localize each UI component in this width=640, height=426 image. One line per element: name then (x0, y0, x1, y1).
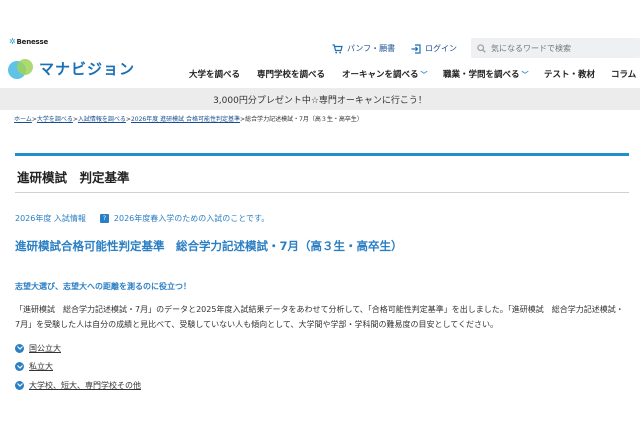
page-title-section: 進研模試 判定基準 (15, 153, 629, 186)
search-input[interactable] (491, 43, 631, 53)
global-nav: 大学を調べる 専門学校を調べる オーキャンを調べる ﹀ 職業・学問を調べる ﹀ テス… (0, 68, 640, 82)
chevron-down-circle-icon (15, 362, 24, 372)
breadcrumb-item[interactable]: 入試情報を調べる (78, 116, 126, 123)
nav-item-career[interactable]: 職業・学問を調べる ﹀ (443, 68, 529, 80)
login-link[interactable]: ログイン (411, 43, 457, 54)
search-box (471, 38, 640, 58)
page-title: 進研模試 判定基準 (17, 170, 130, 185)
pamphlet-link[interactable]: パンフ・願書 (332, 43, 395, 54)
nav-item-open-campus[interactable]: オーキャンを調べる ﹀ (342, 68, 428, 80)
section-title: 進研模試合格可能性判定基準 総合学力記述模試・7月（高３生・高卒生） (15, 239, 403, 253)
link-other-schools[interactable]: 大学校、短大、専門学校その他 (15, 376, 141, 395)
benesse-mark-icon: ✲ (9, 37, 16, 46)
breadcrumb-item[interactable]: 大学を調べる (37, 116, 73, 123)
year-info: 2026年度 入試情報 (15, 214, 86, 223)
site-header: ✲Benesse マナビジョン パンフ・願書 ログイン 大学を調べる 専門学校を… (0, 0, 640, 88)
breadcrumb-item[interactable]: ホーム (14, 116, 32, 123)
promo-text: 3,000円分プレゼント中☆専門オーキャンに行こう！ (213, 95, 427, 106)
help-icon[interactable]: ? (99, 214, 109, 223)
cart-icon (332, 43, 343, 53)
pamphlet-label: パンフ・願書 (347, 44, 396, 53)
breadcrumb: ホーム>大学を調べる>入試情報を調べる>2026年度 進研模試 合格可能性判定基… (14, 116, 363, 123)
chevron-down-circle-icon (15, 343, 24, 353)
description-text: 「進研模試 総合学力記述模試・7月」のデータと2025年度入試結果データをあわせ… (15, 305, 624, 329)
year-info-row: 2026年度 入試情報 ? 2026年度春入学のための入試のことです。 (15, 213, 269, 224)
promo-banner[interactable]: 3,000円分プレゼント中☆専門オーキャンに行こう！ (0, 88, 640, 110)
lead-text: 志望大選び、志望大への距離を測るのに役立つ！ (15, 282, 191, 291)
login-icon (411, 43, 421, 54)
link-private[interactable]: 私立大 (15, 358, 141, 377)
breadcrumb-item[interactable]: 2026年度 進研模試 合格可能性判定基準 (131, 116, 240, 123)
chevron-down-icon: ﹀ (521, 71, 529, 79)
nav-item-university[interactable]: 大学を調べる (189, 68, 240, 80)
chevron-down-icon: ﹀ (420, 71, 428, 79)
year-note: 2026年度春入学のための入試のことです。 (113, 214, 270, 223)
link-national-public[interactable]: 国公立大 (15, 339, 141, 358)
chevron-down-circle-icon (15, 380, 24, 390)
benesse-brand[interactable]: ✲Benesse (9, 37, 48, 46)
search-icon[interactable] (477, 43, 486, 53)
login-label: ログイン (425, 44, 457, 53)
nav-item-tests[interactable]: テスト・教材 (544, 68, 595, 80)
breadcrumb-current: 総合学力記述模試・7月（高３生・高卒生） (245, 116, 363, 123)
nav-item-vocational[interactable]: 専門学校を調べる (257, 68, 325, 80)
nav-item-column[interactable]: コラム (611, 68, 636, 80)
category-links: 国公立大 私立大 大学校、短大、専門学校その他 (15, 339, 141, 395)
benesse-brand-text: Benesse (16, 38, 49, 46)
divider (15, 192, 629, 193)
